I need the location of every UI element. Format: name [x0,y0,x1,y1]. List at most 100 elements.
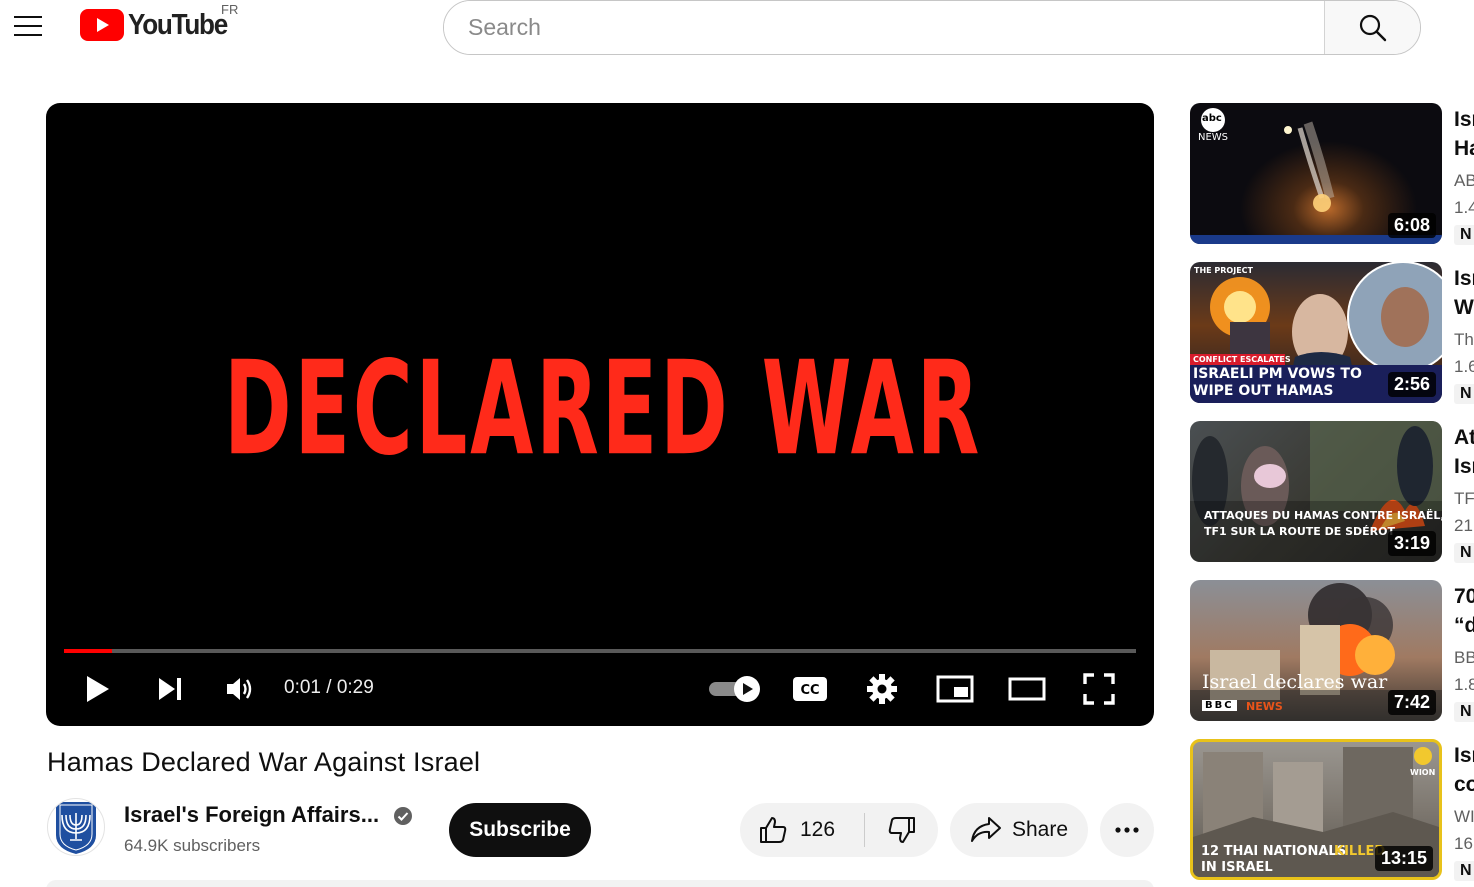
menorah-emblem-icon [56,802,96,854]
video-thumbnail[interactable]: ATTAQUES DU HAMAS CONTRE ISRAËL, TF1 SUR… [1190,421,1442,562]
like-dislike-group: 126 [740,803,938,857]
recommendation-channel[interactable]: WI [1454,807,1474,827]
thumbnail-brand-sub: NEWS [1246,700,1283,713]
progress-bar[interactable] [64,649,1136,653]
video-duration: 2:56 [1387,372,1436,397]
video-duration: 13:15 [1374,846,1433,871]
youtube-logo[interactable]: YouTube [80,8,238,42]
mute-button[interactable] [220,663,260,715]
search-button[interactable] [1324,1,1420,54]
share-arrow-icon [970,817,1001,842]
gear-icon [867,674,897,704]
new-badge: N [1454,225,1474,245]
recommendation-channel[interactable]: TF [1454,489,1474,509]
subscriber-count: 64.9K subscribers [124,836,261,855]
progress-played [64,649,113,653]
recommendation-channel[interactable]: BB [1454,648,1474,668]
video-player[interactable]: DECLARED WAR 0:01 / 0:29 CC [46,103,1154,726]
channel-avatar[interactable] [47,798,105,856]
menu-button[interactable] [8,8,48,44]
thumbnail-brand: BBC [1202,700,1237,711]
play-icon [87,676,109,702]
thumbnail-brand: WION [1410,768,1436,777]
recommendation-meta: 16 [1454,834,1473,853]
thumbs-up-icon [760,817,787,843]
miniplayer-button[interactable] [934,663,976,715]
recommendation-channel[interactable]: Th [1454,330,1474,350]
thumbnail-caption: Israel declares war [1202,671,1388,693]
video-thumbnail[interactable]: WION 12 THAI NATIONALS KILLED IN ISRAEL … [1190,739,1442,880]
captions-button[interactable]: CC [790,663,830,715]
new-badge: N [1454,543,1474,563]
thumbnail-tag: CONFLICT ESCALATES [1193,355,1291,364]
dislike-button[interactable] [865,803,938,857]
next-button[interactable] [150,663,190,715]
fullscreen-button[interactable] [1078,663,1120,715]
thumbnail-brand: THE PROJECT [1194,266,1253,275]
thumbnail-caption: ATTAQUES DU HAMAS CONTRE ISRAËL, [1204,509,1442,522]
svg-text:CC: CC [800,683,819,698]
recommendation-title[interactable]: Isr co [1454,741,1474,799]
new-badge: N [1454,861,1474,881]
like-button[interactable]: 126 [740,803,864,857]
closed-captions-icon: CC [793,677,827,701]
video-duration: 6:08 [1387,213,1436,238]
like-count: 126 [800,818,836,841]
volume-icon [227,678,252,700]
video-title: Hamas Declared War Against Israel [47,747,481,777]
miniplayer-icon [936,675,974,703]
autoplay-toggle-icon [709,676,760,702]
share-button[interactable]: Share [950,803,1088,857]
video-thumbnail[interactable]: THE PROJECT CONFLICT ESCALATES ISRAELI P… [1190,262,1442,403]
play-button[interactable] [78,663,118,715]
video-thumbnail[interactable]: abc NEWS 6:08 [1190,103,1442,244]
share-label: Share [1011,818,1069,841]
settings-button[interactable] [862,663,902,715]
video-duration: 7:42 [1387,690,1436,715]
search-input[interactable] [444,1,1324,54]
search-icon [1359,14,1386,41]
channel-name[interactable]: Israel's Foreign Affairs... [124,802,379,828]
fullscreen-icon [1083,673,1115,705]
recommendation-title[interactable]: Isr Ha [1454,105,1474,163]
youtube-play-logo-icon [80,9,124,41]
theater-mode-button[interactable] [1006,663,1048,715]
time-display: 0:01 / 0:29 [284,677,374,698]
autoplay-toggle[interactable] [706,663,764,715]
theater-mode-icon [1008,677,1046,701]
recommendation-title[interactable]: At Isr [1454,423,1474,481]
recommendation-item[interactable]: abc NEWS 6:08 Isr Ha AB 1.4 N [1190,103,1474,245]
thumbnail-caption: 12 THAI NATIONALS [1201,844,1347,859]
thumbnail-caption: TF1 SUR LA ROUTE DE SDÉROT [1204,525,1395,538]
player-controls: 0:01 / 0:29 CC [46,663,1154,715]
country-code: FR [221,2,239,17]
thumbnail-caption: ISRAELI PM VOWS TO [1193,366,1362,382]
thumbnail-logo: abc [1202,113,1222,124]
thumbs-down-icon [888,817,915,843]
thumbnail-caption: WIPE OUT HAMAS [1193,383,1334,399]
recommendation-item[interactable]: THE PROJECT CONFLICT ESCALATES ISRAELI P… [1190,262,1474,404]
search-box [443,0,1421,55]
more-actions-button[interactable] [1100,803,1154,857]
recommendation-title[interactable]: 70 “d [1454,582,1474,640]
recommendation-item[interactable]: Israel declares war BBC NEWS 7:42 70 “d … [1190,580,1474,722]
recommendation-meta: 1.6 [1454,357,1474,376]
more-horizontal-icon [1115,827,1139,833]
recommendation-meta: 21 [1454,516,1473,535]
recommendation-channel[interactable]: AB [1454,171,1474,191]
logo-wordmark: YouTube [128,8,228,41]
hamburger-menu-icon [14,16,42,36]
skip-next-icon [159,678,181,700]
recommendation-meta: 1.8 [1454,675,1474,694]
recommendation-item[interactable]: WION 12 THAI NATIONALS KILLED IN ISRAEL … [1190,739,1474,881]
recommendation-item[interactable]: ATTAQUES DU HAMAS CONTRE ISRAËL, TF1 SUR… [1190,421,1474,563]
recommendation-meta: 1.4 [1454,198,1474,217]
description-box-edge [46,880,1154,887]
subscribe-button[interactable]: Subscribe [449,803,591,857]
video-duration: 3:19 [1387,531,1436,556]
recommendation-title[interactable]: Isr Wi [1454,264,1474,322]
verified-badge-icon [394,807,412,825]
video-thumbnail[interactable]: Israel declares war BBC NEWS 7:42 [1190,580,1442,721]
thumbnail-caption: IN ISRAEL [1201,860,1273,875]
thumbnail-logo-sub: NEWS [1198,132,1229,143]
